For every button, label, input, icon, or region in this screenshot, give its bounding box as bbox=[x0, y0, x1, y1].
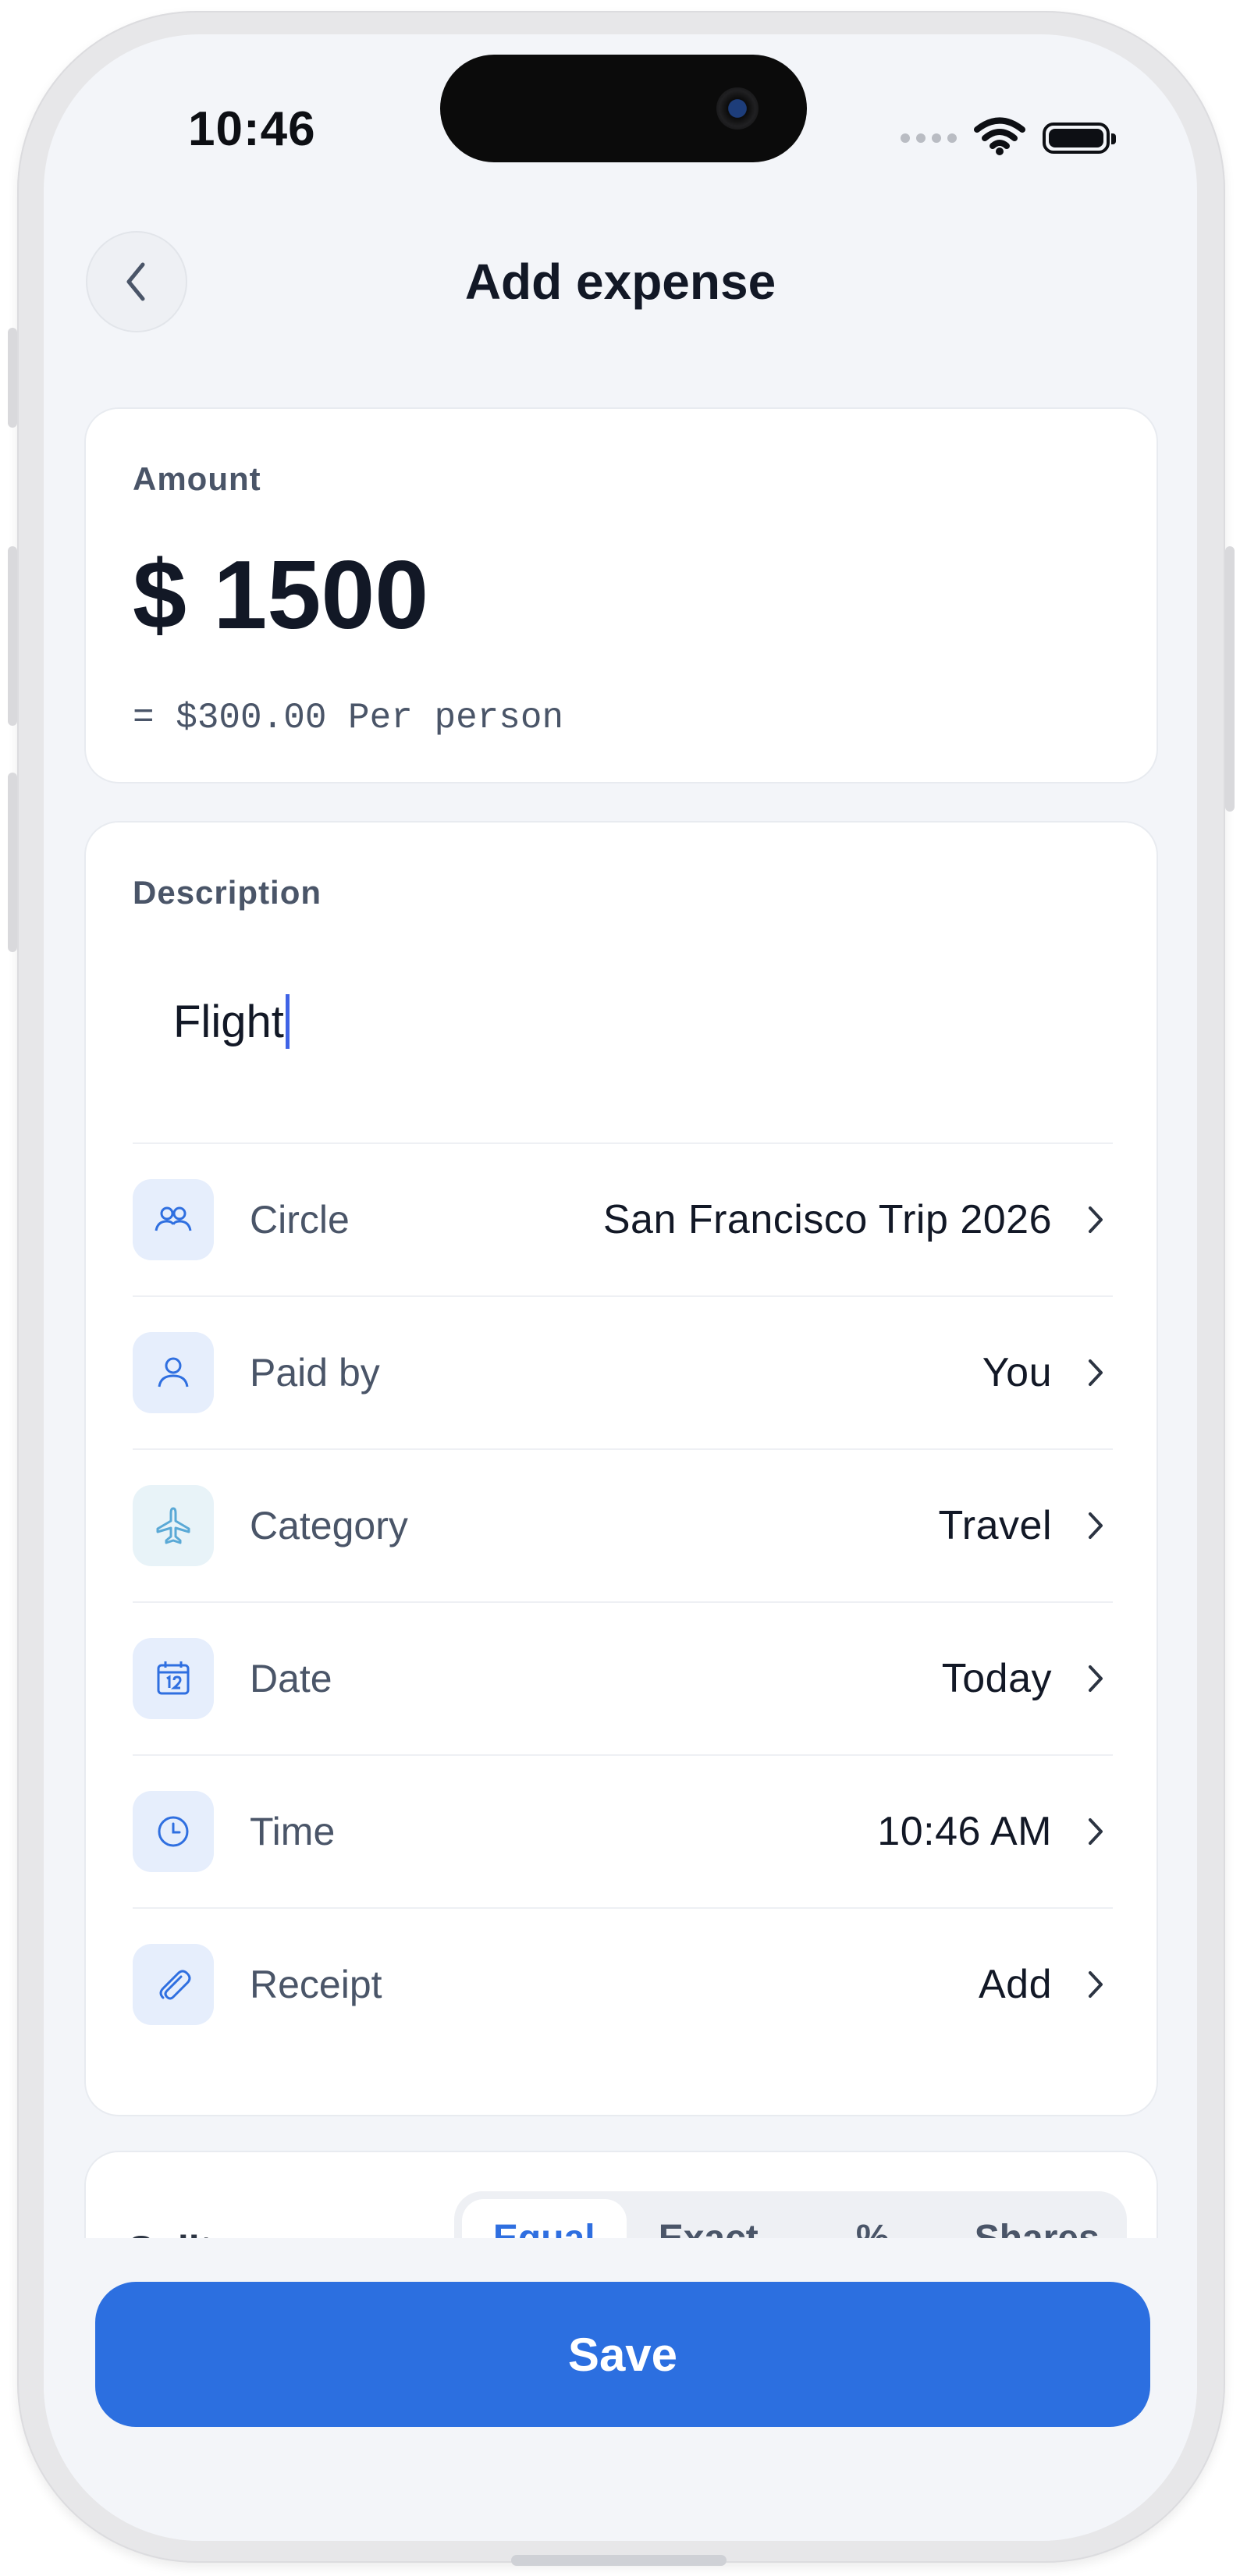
category-row[interactable]: Category Travel bbox=[133, 1448, 1113, 1601]
amount-label: Amount bbox=[133, 460, 261, 497]
wifi-icon bbox=[974, 116, 1025, 159]
date-row[interactable]: Date Today bbox=[133, 1601, 1113, 1754]
time-value: 10:46 AM bbox=[877, 1809, 1052, 1854]
details-card: Description Flight Circle San Francisco … bbox=[84, 821, 1158, 2116]
power-button bbox=[1225, 546, 1235, 812]
action-button bbox=[8, 328, 17, 428]
chevron-right-icon bbox=[1078, 1204, 1113, 1235]
volume-up-button bbox=[8, 546, 17, 726]
text-caret bbox=[285, 994, 290, 1049]
chevron-right-icon bbox=[1078, 1663, 1113, 1694]
description-text: Flight bbox=[173, 996, 284, 1047]
app-screen: 10:46 Add expense Amount $ 1500 = $300.0… bbox=[44, 34, 1197, 2541]
status-time: 10:46 bbox=[188, 102, 316, 156]
camera-icon bbox=[716, 87, 759, 130]
clock-icon bbox=[133, 1791, 214, 1872]
dynamic-island bbox=[440, 55, 807, 162]
description-input[interactable]: Flight bbox=[173, 994, 290, 1049]
circle-value: San Francisco Trip 2026 bbox=[602, 1197, 1052, 1242]
calendar-icon bbox=[133, 1638, 214, 1719]
paid-by-label: Paid by bbox=[250, 1351, 380, 1395]
description-label: Description bbox=[133, 874, 322, 911]
paperclip-icon bbox=[133, 1944, 214, 2025]
receipt-value: Add bbox=[978, 1962, 1052, 2007]
receipt-label: Receipt bbox=[250, 1963, 382, 2006]
date-value: Today bbox=[941, 1656, 1052, 1701]
amount-input[interactable]: $ 1500 bbox=[133, 540, 428, 651]
paid-by-row[interactable]: Paid by You bbox=[133, 1295, 1113, 1448]
chevron-right-icon bbox=[1078, 1357, 1113, 1388]
save-button[interactable]: Save bbox=[95, 2282, 1150, 2427]
receipt-row[interactable]: Receipt Add bbox=[133, 1907, 1113, 2060]
date-label: Date bbox=[250, 1657, 332, 1700]
volume-down-button bbox=[8, 773, 17, 952]
category-value: Travel bbox=[938, 1503, 1052, 1548]
amount-card: Amount $ 1500 = $300.00 Per person bbox=[84, 407, 1158, 783]
chevron-right-icon bbox=[1078, 1510, 1113, 1541]
circle-label: Circle bbox=[250, 1198, 350, 1242]
page-title: Add expense bbox=[464, 254, 776, 310]
people-icon bbox=[133, 1179, 214, 1260]
paid-by-value: You bbox=[982, 1350, 1052, 1395]
category-label: Category bbox=[250, 1504, 408, 1547]
home-indicator[interactable] bbox=[511, 2555, 727, 2566]
status-icons bbox=[901, 116, 1116, 159]
circle-row[interactable]: Circle San Francisco Trip 2026 bbox=[133, 1142, 1113, 1295]
per-person-amount: = $300.00 Per person bbox=[133, 698, 564, 738]
battery-icon bbox=[1043, 122, 1116, 154]
time-row[interactable]: Time 10:46 AM bbox=[133, 1754, 1113, 1907]
person-icon bbox=[133, 1332, 214, 1413]
chevron-right-icon bbox=[1078, 1816, 1113, 1847]
airplane-icon bbox=[133, 1485, 214, 1566]
chevron-right-icon bbox=[1078, 1969, 1113, 2000]
signal-dots-icon bbox=[901, 133, 957, 143]
time-label: Time bbox=[250, 1810, 336, 1853]
